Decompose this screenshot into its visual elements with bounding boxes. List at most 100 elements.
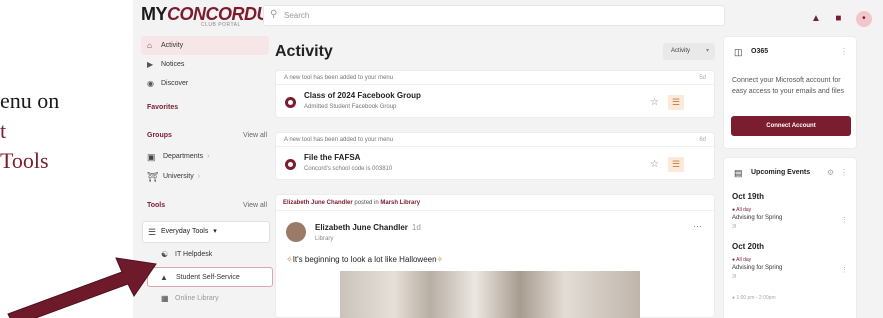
tool-item-label: Online Library xyxy=(175,295,219,302)
chevron-right-icon: › xyxy=(207,153,210,160)
search-input[interactable]: ⚲ Search xyxy=(263,5,725,26)
sidebar-item-university[interactable]: ⛩ University › xyxy=(141,167,269,187)
feed-post: Elizabeth June Chandler posted in Marsh … xyxy=(275,194,716,318)
tool-item-it-helpdesk[interactable]: ☯ IT Helpdesk xyxy=(141,245,269,265)
kebab-menu-icon[interactable]: ⋮ xyxy=(840,47,848,56)
sidebar-item-discover[interactable]: ◉ Discover xyxy=(141,74,269,93)
everyday-tools-dropdown[interactable]: ☰ Everyday Tools ▾ xyxy=(142,221,270,243)
groups-heading: Groups View all xyxy=(141,125,269,147)
office-icon: ◫ xyxy=(734,47,743,57)
kebab-menu-icon[interactable]: ⋮ xyxy=(841,266,848,274)
concord-logo-icon xyxy=(285,159,296,170)
post-author-role: Library xyxy=(315,236,334,242)
card-body: Class of 2024 Facebook Group Admitted St… xyxy=(276,85,714,117)
chevron-down-icon: ▾ xyxy=(213,228,217,235)
card-time: 5d xyxy=(699,75,706,81)
star-icon[interactable]: ☆ xyxy=(650,159,659,170)
home-icon: ⌂ xyxy=(147,41,152,50)
tools-label: Tools xyxy=(147,202,166,209)
sidebar-item-departments[interactable]: ▣ Departments › xyxy=(141,147,269,167)
sidebar-item-label: Discover xyxy=(161,80,189,87)
gear-icon[interactable]: ⚙ xyxy=(827,168,834,177)
concord-logo-icon xyxy=(285,97,296,108)
o365-title: O365 xyxy=(751,48,769,55)
add-to-menu-icon[interactable]: ☰ xyxy=(668,157,684,172)
event-date: Oct 20th xyxy=(732,242,765,251)
card-title[interactable]: Class of 2024 Facebook Group xyxy=(304,91,421,100)
avatar[interactable] xyxy=(286,222,306,242)
post-author-link[interactable]: Elizabeth June Chandler xyxy=(283,200,353,206)
events-title: Upcoming Events xyxy=(751,169,811,176)
star-icon[interactable]: ☆ xyxy=(650,97,659,108)
event-allday: ● All day xyxy=(732,257,752,263)
more-options-icon[interactable]: ⋯ xyxy=(693,221,702,232)
card-title[interactable]: File the FAFSA xyxy=(304,153,360,162)
tools-heading: Tools View all xyxy=(141,195,269,217)
card-time: 6d xyxy=(699,137,706,143)
everyday-tools-label: Everyday Tools xyxy=(161,228,209,235)
card-body: File the FAFSA Concord's school code is … xyxy=(276,147,714,179)
activity-filter-dropdown[interactable]: Activity ▾ xyxy=(663,43,715,60)
headset-icon: ☯ xyxy=(161,250,169,259)
o365-widget: ◫ O365 ⋮ Connect your Microsoft account … xyxy=(723,36,857,149)
post-name-text[interactable]: Elizabeth June Chandler xyxy=(315,223,408,232)
groups-view-all-link[interactable]: View all xyxy=(243,125,267,147)
card-subtitle: Admitted Student Facebook Group xyxy=(304,104,397,110)
card-notice: A new tool has been added to your menu 6… xyxy=(276,133,714,147)
feed-card[interactable]: A new tool has been added to your menu 6… xyxy=(275,132,715,180)
post-image[interactable] xyxy=(340,271,640,318)
sidebar-item-label: Departments xyxy=(163,153,204,160)
callout-arrow-icon xyxy=(7,257,157,318)
instruction-line-1: enu on xyxy=(0,88,60,113)
favorites-label: Favorites xyxy=(147,104,179,111)
upcoming-events-widget: ▤ Upcoming Events ⚙ ⋮ Oct 19th ● All day… xyxy=(723,157,857,318)
post-author-name: Elizabeth June Chandler 1d xyxy=(315,223,421,232)
feed-card[interactable]: A new tool has been added to your menu 5… xyxy=(275,70,715,118)
event-next-time: ● 1:00 pm - 2:00pm xyxy=(732,295,776,301)
connect-account-button[interactable]: Connect Account xyxy=(731,116,851,136)
event-meta: 3f xyxy=(732,224,737,230)
pumpkin-icon: ✧ xyxy=(436,255,444,264)
graduation-cap-icon: ▲ xyxy=(160,273,168,282)
instruction-text: enu on t Tools xyxy=(0,86,59,176)
sidebar-item-label: Activity xyxy=(161,42,184,49)
compass-icon: ◉ xyxy=(147,79,154,88)
activity-feed: Activity Activity ▾ A new tool has been … xyxy=(275,36,716,318)
logo-subtitle: CLUB PORTAL xyxy=(201,22,241,28)
card-subtitle: Concord's school code is 003810 xyxy=(304,166,393,172)
bell-icon[interactable]: ▲ xyxy=(811,13,821,24)
tool-item-student-self-service[interactable]: ▲ Student Self-Service xyxy=(147,267,273,287)
event-next-time-text: 1:00 pm - 2:00pm xyxy=(736,295,776,301)
tools-view-all-link[interactable]: View all xyxy=(243,195,267,217)
right-rail: ◫ O365 ⋮ Connect your Microsoft account … xyxy=(723,36,857,318)
post-time: 1d xyxy=(411,223,421,232)
post-location-link[interactable]: Marsh Library xyxy=(380,200,420,206)
chat-icon[interactable]: ■ xyxy=(835,13,841,24)
post-context-text: posted in xyxy=(354,200,379,206)
sidebar-item-activity[interactable]: ⌂ Activity xyxy=(141,36,269,55)
university-icon: ⛩ xyxy=(147,172,159,182)
post-text-content: It's beginning to look a lot like Hallow… xyxy=(292,255,437,264)
search-icon: ⚲ xyxy=(270,9,278,20)
instruction-line-2: t xyxy=(0,118,7,143)
chevron-right-icon: › xyxy=(197,173,201,180)
sidebar-item-label: University xyxy=(163,173,194,180)
kebab-menu-icon[interactable]: ⋮ xyxy=(840,168,848,177)
event-allday: ● All day xyxy=(732,207,752,213)
kebab-menu-icon[interactable]: ⋮ xyxy=(841,216,848,224)
chevron-down-icon: ▾ xyxy=(705,48,709,54)
top-right-icons: ▲ ■ • xyxy=(811,8,882,27)
portal-app-window: MYCONCORDU CLUB PORTAL ⚲ Search ▲ ■ • ⌂ … xyxy=(133,0,883,318)
user-avatar[interactable]: • xyxy=(855,11,872,27)
add-to-menu-icon[interactable]: ☰ xyxy=(668,95,684,110)
post-context: Elizabeth June Chandler posted in Marsh … xyxy=(276,195,716,211)
event-title[interactable]: Advising for Spring xyxy=(732,215,782,221)
page-title: Activity xyxy=(275,43,333,60)
sidebar-item-notices[interactable]: ▶ Notices xyxy=(141,55,269,74)
book-icon: ▦ xyxy=(161,294,169,303)
logo-brand: CONCORDU xyxy=(167,4,270,24)
tool-item-online-library[interactable]: ▦ Online Library xyxy=(141,289,269,309)
logo-prefix: MY xyxy=(141,4,168,24)
event-title[interactable]: Advising for Spring xyxy=(732,265,782,271)
card-note-text: A new tool has been added to your menu xyxy=(284,137,394,143)
